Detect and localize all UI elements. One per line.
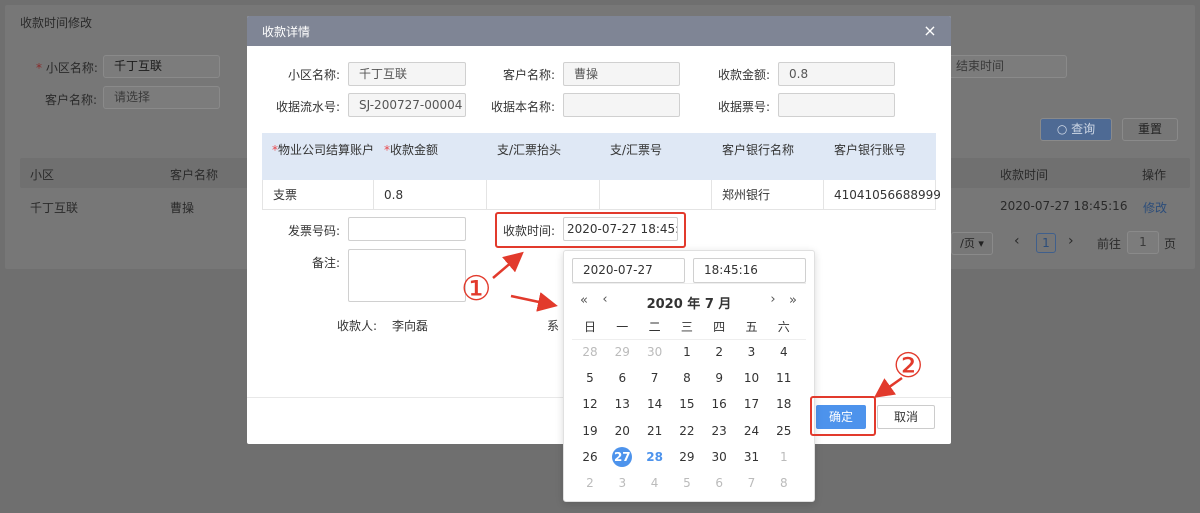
arrow-to-confirm	[873, 376, 903, 398]
annotation-arrows	[492, 251, 903, 398]
arrow-to-time-field	[492, 251, 524, 279]
arrow-to-picker	[510, 292, 558, 312]
